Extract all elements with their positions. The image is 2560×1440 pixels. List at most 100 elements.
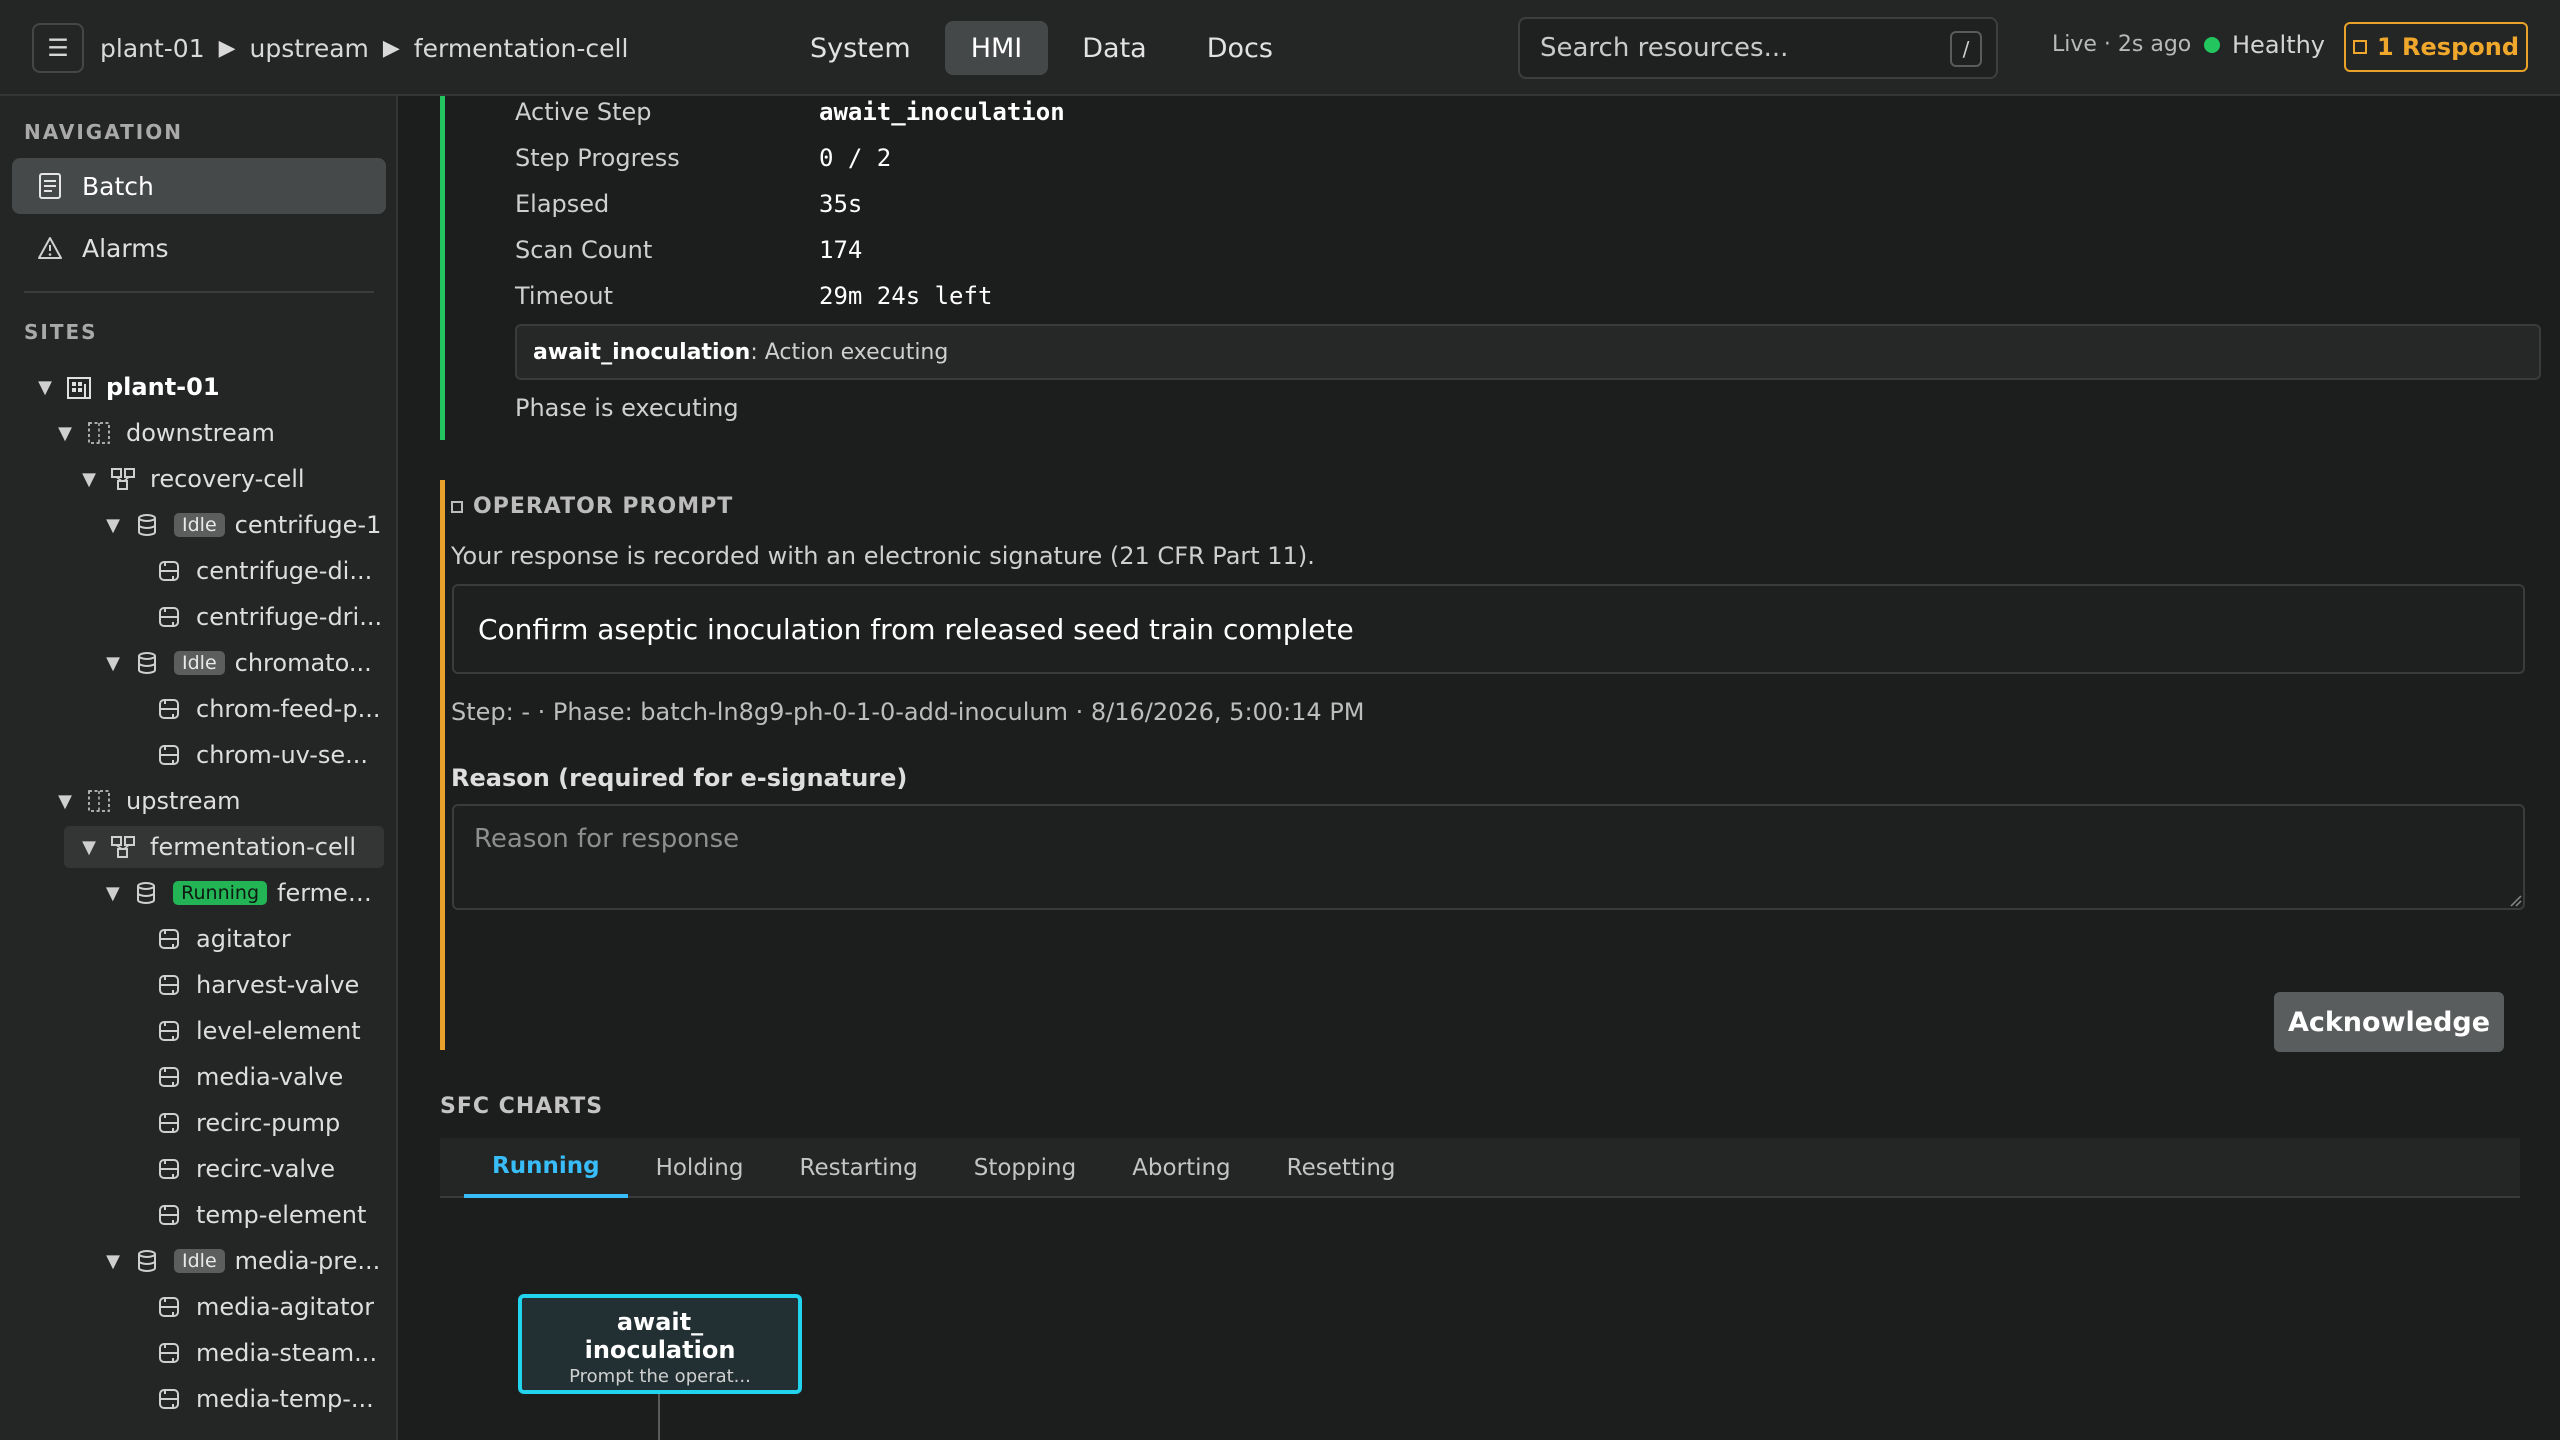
tree-item-module[interactable]: centrifuge-di... — [156, 550, 384, 592]
sidebar-item-label: Batch — [82, 171, 154, 201]
search-placeholder: Search resources... — [1540, 33, 1789, 63]
expand-caret-icon[interactable]: ▼ — [78, 837, 100, 858]
expand-caret-icon[interactable]: ▼ — [102, 1251, 124, 1272]
module-icon — [156, 926, 182, 952]
sfc-charts-heading: SFC CHARTS — [440, 1094, 604, 1119]
tree-item-label: chrom-uv-se... — [196, 741, 369, 769]
breadcrumb-separator-icon: ▶ — [382, 35, 400, 61]
tab-resetting[interactable]: Resetting — [1259, 1138, 1424, 1198]
tree-item-label: chrom-feed-p... — [196, 695, 381, 723]
status-badge: Idle — [174, 651, 225, 675]
menu-button[interactable]: ☰ — [32, 23, 84, 73]
expand-caret-icon[interactable]: ▼ — [102, 883, 124, 904]
area-icon — [86, 420, 112, 446]
tree-item-label: media-steam... — [196, 1339, 378, 1367]
tree-item-label: media-agitator — [196, 1293, 375, 1321]
tab-restarting[interactable]: Restarting — [772, 1138, 946, 1198]
tree-item-module[interactable]: recirc-valve — [156, 1148, 384, 1190]
expand-caret-icon[interactable]: ▼ — [54, 423, 76, 444]
top-bar: ☰ plant-01 ▶ upstream ▶ fermentation-cel… — [0, 0, 2560, 96]
breadcrumb-separator-icon: ▶ — [218, 35, 236, 61]
acknowledge-button[interactable]: Acknowledge — [2274, 992, 2504, 1052]
tree-item-module[interactable]: centrifuge-dri... — [156, 596, 384, 638]
module-icon — [156, 1340, 182, 1366]
tree-item-label: agitator — [196, 925, 291, 953]
field-key: Step Progress — [515, 144, 680, 172]
expand-caret-icon[interactable]: ▼ — [78, 469, 100, 490]
database-icon — [134, 650, 160, 676]
tree-item-module[interactable]: chrom-feed-p... — [156, 688, 384, 730]
tree-item-unit[interactable]: ▼ Running fermen... — [102, 872, 384, 914]
hamburger-icon: ☰ — [47, 34, 69, 62]
sidebar-item-batch[interactable]: Batch — [12, 158, 386, 214]
expand-caret-icon[interactable]: ▼ — [102, 515, 124, 536]
main-tabs: System HMI Data Docs — [784, 21, 1299, 75]
tree-item-area[interactable]: ▼ downstream — [54, 412, 384, 454]
tree-item-module[interactable]: level-element — [156, 1010, 384, 1052]
module-icon — [156, 696, 182, 722]
tab-system[interactable]: System — [784, 21, 937, 75]
phase-status-card: Active Step await_inoculation Step Progr… — [440, 96, 2541, 440]
tab-data[interactable]: Data — [1056, 21, 1172, 75]
sfc-step-node[interactable]: await_ inoculation Prompt the operat... — [518, 1294, 802, 1394]
reason-label: Reason (required for e-signature) — [451, 764, 908, 792]
tree-item-label: recirc-valve — [196, 1155, 336, 1183]
phase-message-step: await_inoculation — [533, 339, 751, 365]
tree-item-label: level-element — [196, 1017, 361, 1045]
sfc-node-title-line1: await_ — [616, 1308, 704, 1336]
respond-button[interactable]: 1 Respond — [2344, 22, 2528, 72]
expand-caret-icon[interactable]: ▼ — [102, 653, 124, 674]
tab-stopping[interactable]: Stopping — [946, 1138, 1104, 1198]
field-value: 0 / 2 — [819, 144, 892, 172]
health-label: Healthy — [2232, 31, 2326, 59]
tab-hmi[interactable]: HMI — [944, 21, 1049, 75]
tree-item-area[interactable]: ▼ upstream — [54, 780, 384, 822]
tree-item-cell[interactable]: ▼ recovery-cell — [78, 458, 384, 500]
breadcrumb-item[interactable]: upstream — [250, 34, 369, 63]
tree-item-unit[interactable]: ▼ Idle centrifuge-1 — [102, 504, 384, 546]
tree-item-unit[interactable]: ▼ Idle media-pre... — [102, 1240, 384, 1282]
tree-item-module[interactable]: harvest-valve — [156, 964, 384, 1006]
expand-caret-icon[interactable]: ▼ — [54, 791, 76, 812]
tree-item-module[interactable]: media-temp-... — [156, 1378, 384, 1420]
tab-aborting[interactable]: Aborting — [1104, 1138, 1258, 1198]
module-icon — [156, 1110, 182, 1136]
module-icon — [156, 1156, 182, 1182]
reason-input[interactable] — [452, 804, 2525, 910]
tree-item-site[interactable]: ▼ plant-01 — [34, 366, 384, 408]
field-key: Scan Count — [515, 236, 653, 264]
tree-item-label: harvest-valve — [196, 971, 360, 999]
tree-item-module[interactable]: media-valve — [156, 1056, 384, 1098]
tree-item-module[interactable]: agitator — [156, 918, 384, 960]
prompt-heading: OPERATOR PROMPT — [451, 494, 733, 519]
tree-item-unit[interactable]: ▼ Idle chromato... — [102, 642, 384, 684]
expand-caret-icon[interactable]: ▼ — [34, 377, 56, 398]
tab-docs[interactable]: Docs — [1181, 21, 1299, 75]
tree-item-label: recirc-pump — [196, 1109, 341, 1137]
tab-holding[interactable]: Holding — [628, 1138, 772, 1198]
tree-item-module[interactable]: chrom-uv-se... — [156, 734, 384, 776]
search-input[interactable]: Search resources... / — [1518, 17, 1998, 79]
tree-item-module[interactable]: media-steam... — [156, 1332, 384, 1374]
tab-running[interactable]: Running — [464, 1138, 628, 1198]
tree-item-label: media-temp-... — [196, 1385, 374, 1413]
tree-item-cell[interactable]: ▼ fermentation-cell — [64, 826, 384, 868]
tree-item-module[interactable]: media-agitator — [156, 1286, 384, 1328]
respond-count: 1 — [2376, 33, 2394, 61]
tree-item-label: temp-element — [196, 1201, 367, 1229]
tree-item-label: centrifuge-di... — [196, 557, 373, 585]
field-key: Timeout — [515, 282, 614, 310]
status-badge: Running — [173, 881, 268, 905]
tree-item-label: fermentation-cell — [150, 833, 357, 861]
field-value: 174 — [819, 236, 863, 264]
module-icon — [156, 1018, 182, 1044]
sidebar-item-alarms[interactable]: Alarms — [12, 220, 386, 276]
status-badge: Idle — [174, 513, 225, 537]
live-status: Live · 2s ago — [2052, 32, 2192, 57]
breadcrumb-item[interactable]: fermentation-cell — [414, 34, 629, 63]
cell-icon — [110, 466, 136, 492]
database-icon — [134, 880, 160, 906]
tree-item-module[interactable]: recirc-pump — [156, 1102, 384, 1144]
breadcrumb-item[interactable]: plant-01 — [100, 34, 205, 63]
tree-item-module[interactable]: temp-element — [156, 1194, 384, 1236]
